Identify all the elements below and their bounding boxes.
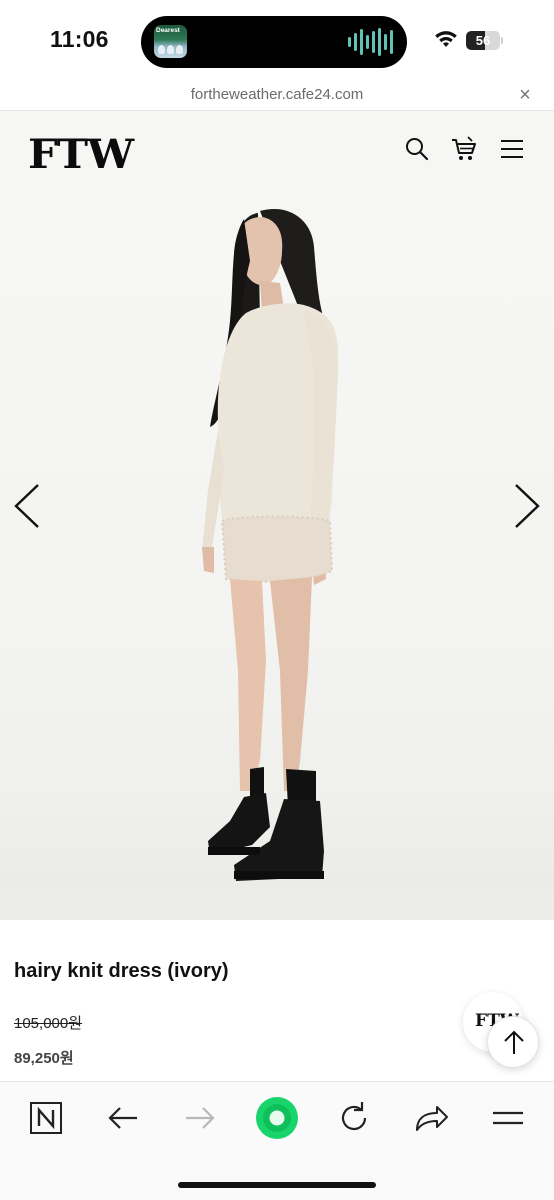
search-icon[interactable]	[403, 135, 431, 163]
naver-home-icon[interactable]	[24, 1096, 68, 1140]
battery-indicator: 56	[466, 31, 500, 50]
arrow-up-icon	[504, 1030, 524, 1054]
url-bar[interactable]: fortheweather.cafe24.com ×	[0, 82, 554, 111]
product-image-gallery[interactable]	[0, 191, 554, 920]
menu-icon[interactable]	[486, 1096, 530, 1140]
sale-price: 89,250원	[14, 1050, 74, 1067]
home-indicator	[178, 1182, 376, 1188]
product-photo-model	[202, 208, 339, 881]
audio-waveform-icon	[348, 28, 393, 56]
now-playing-artwork: Dearest	[154, 25, 187, 58]
chevron-right-icon[interactable]	[512, 481, 542, 531]
menu-icon[interactable]	[498, 135, 526, 163]
wifi-icon	[435, 31, 457, 47]
cart-icon[interactable]	[450, 135, 478, 163]
browser-toolbar	[0, 1081, 554, 1200]
status-bar: 11:06 Dearest 56	[0, 0, 554, 82]
green-dot-icon[interactable]	[253, 1094, 301, 1142]
chevron-left-icon[interactable]	[12, 481, 42, 531]
site-logo[interactable]: FTW	[28, 131, 134, 178]
product-title: hairy knit dress (ivory)	[14, 960, 229, 982]
share-icon[interactable]	[409, 1096, 453, 1140]
close-icon[interactable]: ×	[515, 85, 535, 105]
back-icon[interactable]	[101, 1096, 145, 1140]
scroll-to-top-button[interactable]	[487, 1016, 539, 1068]
url-text[interactable]: fortheweather.cafe24.com	[0, 86, 554, 103]
dynamic-island[interactable]: Dearest	[141, 16, 407, 68]
site-header: FTW	[0, 111, 554, 191]
forward-icon[interactable]	[178, 1096, 222, 1140]
battery-level: 56	[475, 33, 491, 48]
status-time: 11:06	[50, 26, 109, 52]
reload-icon[interactable]	[332, 1096, 376, 1140]
artwork-text: Dearest	[156, 27, 180, 34]
original-price: 105,000원	[14, 1015, 83, 1032]
